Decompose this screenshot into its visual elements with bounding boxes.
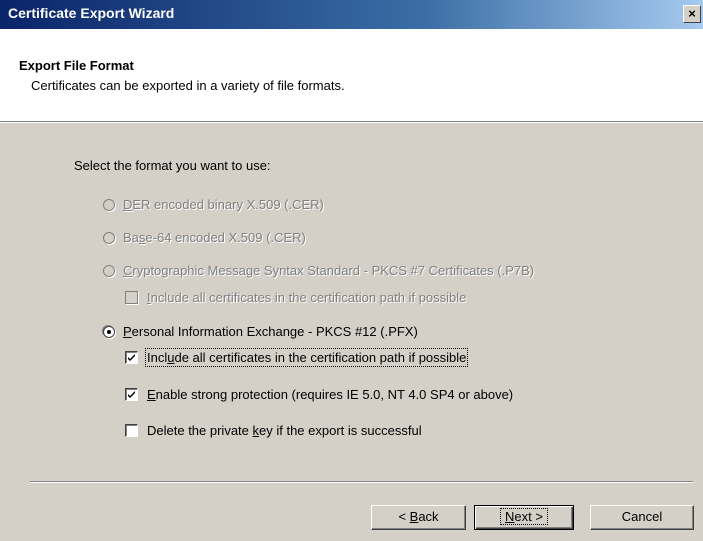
checkbox-delete-key[interactable]: Delete the private key if the export is … [125, 423, 422, 438]
radio-pfx-label: Personal Information Exchange - PKCS #12… [123, 324, 418, 339]
wizard-window: Certificate Export Wizard × Export File … [0, 0, 703, 541]
format-prompt: Select the format you want to use: [74, 158, 271, 173]
checkbox-pkcs7-include-label: Include all certificates in the certific… [147, 290, 467, 305]
next-button[interactable]: Next > [474, 505, 574, 530]
radio-pfx-button[interactable] [103, 325, 115, 338]
title-bar[interactable]: Certificate Export Wizard × [0, 0, 703, 29]
checkmark-icon [128, 354, 135, 361]
back-button[interactable]: < Back [371, 505, 466, 530]
checkbox-pfx-include-label: Include all certificates in the certific… [144, 348, 469, 367]
page-subtitle: Certificates can be exported in a variet… [31, 78, 345, 93]
footer-divider [30, 481, 693, 483]
checkbox-strong-protection-box[interactable] [125, 388, 138, 401]
checkbox-pfx-include[interactable]: Include all certificates in the certific… [125, 348, 469, 367]
checkbox-pkcs7-include-box[interactable] [125, 291, 138, 304]
radio-base64[interactable]: Base-64 encoded X.509 (.CER) [103, 230, 306, 245]
checkbox-delete-key-label: Delete the private key if the export is … [147, 423, 422, 438]
checkmark-icon [128, 391, 135, 398]
checkbox-pfx-include-box[interactable] [125, 351, 138, 364]
next-button-label: Next > [500, 508, 548, 525]
checkbox-strong-protection-label: Enable strong protection (requires IE 5.… [147, 387, 514, 402]
radio-der-label: DER encoded binary X.509 (.CER) [123, 197, 324, 212]
radio-pfx[interactable]: Personal Information Exchange - PKCS #12… [103, 324, 418, 339]
radio-der[interactable]: DER encoded binary X.509 (.CER) [103, 197, 324, 212]
wizard-header: Export File Format Certificates can be e… [0, 29, 703, 121]
checkbox-pkcs7-include[interactable]: Include all certificates in the certific… [125, 290, 466, 305]
radio-der-button[interactable] [103, 198, 115, 211]
close-icon: × [688, 6, 696, 21]
cancel-button[interactable]: Cancel [590, 505, 694, 530]
radio-pkcs7-button[interactable] [103, 264, 115, 277]
radio-pkcs7-label: Cryptographic Message Syntax Standard - … [123, 263, 535, 278]
checkbox-delete-key-box[interactable] [125, 424, 138, 437]
radio-selected-dot [107, 329, 111, 334]
close-button[interactable]: × [683, 5, 701, 23]
radio-base64-button[interactable] [103, 231, 115, 244]
radio-base64-label: Base-64 encoded X.509 (.CER) [123, 230, 306, 245]
header-divider [0, 121, 703, 123]
checkbox-strong-protection[interactable]: Enable strong protection (requires IE 5.… [125, 387, 513, 402]
radio-pkcs7[interactable]: Cryptographic Message Syntax Standard - … [103, 263, 534, 278]
page-title: Export File Format [19, 58, 134, 73]
window-title: Certificate Export Wizard [8, 5, 175, 21]
